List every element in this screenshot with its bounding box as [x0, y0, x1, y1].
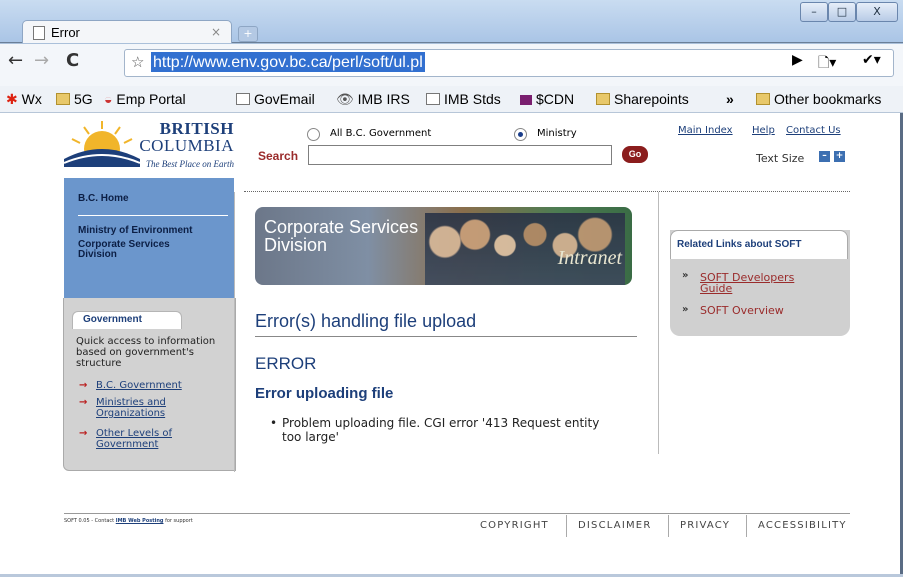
disclaimer-link[interactable]: DISCLAIMER	[578, 520, 651, 531]
page-menu-icon[interactable]: 🗋▾	[818, 52, 836, 76]
maple-leaf-icon: ✱	[6, 91, 18, 107]
reload-icon[interactable]: C	[66, 50, 79, 71]
other-bookmarks[interactable]: Other bookmarks	[756, 91, 881, 107]
bookmarks-bar: ✱ Wx 5G ◒ Emp Portal GovEmail 👁 IMB IRS …	[0, 86, 903, 113]
other-levels-link[interactable]: Other Levels of Government	[96, 428, 196, 450]
minimize-button[interactable]: –	[800, 2, 828, 22]
bc-logo[interactable]: BRITISH COLUMBIA The Best Place on Earth	[62, 115, 234, 177]
bookmark-imb-irs[interactable]: 👁 IMB IRS	[336, 91, 410, 108]
text-size-increase-button[interactable]: +	[834, 151, 845, 162]
corporate-services-banner: Corporate Services Division Intranet	[255, 207, 632, 285]
double-arrow-icon: »	[682, 270, 689, 281]
title-underline	[255, 336, 637, 337]
footer-rule	[64, 513, 850, 514]
left-nav-divider	[78, 215, 228, 216]
sun-mountain-icon	[63, 121, 141, 167]
page-title: Error(s) handling file upload	[255, 311, 477, 331]
column-divider	[658, 192, 659, 454]
government-tab: Government	[72, 311, 182, 329]
main-index-link[interactable]: Main Index	[678, 125, 733, 136]
footer-separator	[746, 515, 747, 537]
bc-home-link[interactable]: B.C. Home	[78, 193, 129, 204]
radio-ministry-label: Ministry	[537, 128, 577, 139]
bookmark-wx[interactable]: ✱ Wx	[6, 91, 42, 108]
text-size-label: Text Size	[756, 152, 805, 165]
maximize-button[interactable]: □	[828, 2, 856, 22]
related-links-title: Related Links about SOFT	[670, 230, 848, 259]
banner-intranet: Intranet	[557, 247, 622, 269]
ministries-organizations-link[interactable]: Ministries and Organizations	[96, 397, 196, 419]
double-arrow-icon: »	[682, 304, 689, 315]
page-icon	[236, 93, 250, 105]
footer-separator	[668, 515, 669, 537]
accessibility-link[interactable]: ACCESSIBILITY	[758, 520, 847, 531]
folder-icon	[596, 93, 610, 105]
folder-icon	[756, 93, 770, 105]
address-bar[interactable]: ☆ http://www.env.gov.bc.ca/perl/soft/ul.…	[124, 49, 894, 77]
help-link[interactable]: Help	[752, 125, 775, 136]
new-tab-button[interactable]: +	[238, 26, 258, 42]
banner-title: Corporate Services Division	[264, 217, 419, 255]
radio-all-bc-government[interactable]	[307, 128, 320, 141]
privacy-link[interactable]: PRIVACY	[680, 520, 730, 531]
tab-title: Error	[51, 25, 80, 40]
ministry-link[interactable]: Ministry of Environment	[78, 225, 192, 236]
copyright-link[interactable]: COPYRIGHT	[480, 520, 549, 531]
radio-ministry[interactable]	[514, 128, 527, 141]
soft-developers-guide-link[interactable]: SOFT Developers Guide	[700, 272, 820, 294]
bullet: •	[270, 416, 278, 430]
error-label: ERROR	[255, 354, 317, 373]
tab-close-icon[interactable]: ×	[211, 25, 221, 39]
eye-icon: 👁	[336, 91, 354, 107]
star-icon[interactable]: ☆	[131, 53, 144, 71]
contact-us-link[interactable]: Contact Us	[786, 125, 841, 136]
close-window-button[interactable]: X	[856, 2, 898, 22]
logo-tagline: The Best Place on Earth	[146, 159, 234, 169]
bookmark-sharepoints[interactable]: Sharepoints	[596, 91, 689, 107]
bookmark-5g[interactable]: 5G	[56, 91, 93, 107]
back-icon[interactable]: ←	[8, 50, 23, 71]
go-button[interactable]: Go	[622, 146, 648, 163]
wrench-icon[interactable]: ✔▾	[862, 52, 881, 68]
go-arrow-icon[interactable]: ▶	[792, 52, 803, 68]
bookmark-govemail[interactable]: GovEmail	[236, 91, 315, 107]
arrow-right-icon: →	[79, 397, 88, 408]
search-input[interactable]	[308, 145, 612, 165]
column-divider	[234, 192, 235, 472]
footer-contact: SOFT 0.05 - Contact IMB Web Posting for …	[64, 518, 193, 524]
arrow-right-icon: →	[79, 428, 88, 439]
quick-access-text: Quick access to information based on gov…	[76, 336, 216, 369]
soft-overview-link[interactable]: SOFT Overview	[700, 305, 784, 316]
page-icon	[426, 93, 440, 105]
page-icon	[33, 26, 45, 40]
tab-error[interactable]: Error ×	[22, 20, 232, 45]
radio-all-label: All B.C. Government	[330, 128, 432, 139]
search-label: Search	[258, 149, 299, 163]
grid-icon	[520, 95, 532, 105]
bookmarks-overflow-icon[interactable]: »	[726, 91, 734, 107]
bookmark-cdn[interactable]: $CDN	[520, 91, 574, 107]
portal-icon: ◒	[104, 91, 113, 107]
url-text[interactable]: http://www.env.gov.bc.ca/perl/soft/ul.pl	[151, 52, 425, 72]
footer-separator	[566, 515, 567, 537]
logo-line2: COLUMBIA	[139, 136, 234, 155]
arrow-right-icon: →	[79, 380, 88, 391]
error-message: Problem uploading file. CGI error '413 R…	[282, 416, 600, 444]
forward-icon[interactable]: →	[34, 50, 49, 71]
bookmark-emp-portal[interactable]: ◒ Emp Portal	[104, 91, 186, 107]
text-size-decrease-button[interactable]: –	[819, 151, 830, 162]
error-subheading: Error uploading file	[255, 385, 394, 402]
bookmark-imb-stds[interactable]: IMB Stds	[426, 91, 501, 107]
header-divider	[244, 191, 850, 192]
division-link[interactable]: Corporate Services Division	[78, 240, 208, 260]
bc-government-link[interactable]: B.C. Government	[96, 380, 182, 391]
folder-icon	[56, 93, 70, 105]
imb-web-posting-link[interactable]: IMB Web Posting	[116, 518, 164, 524]
